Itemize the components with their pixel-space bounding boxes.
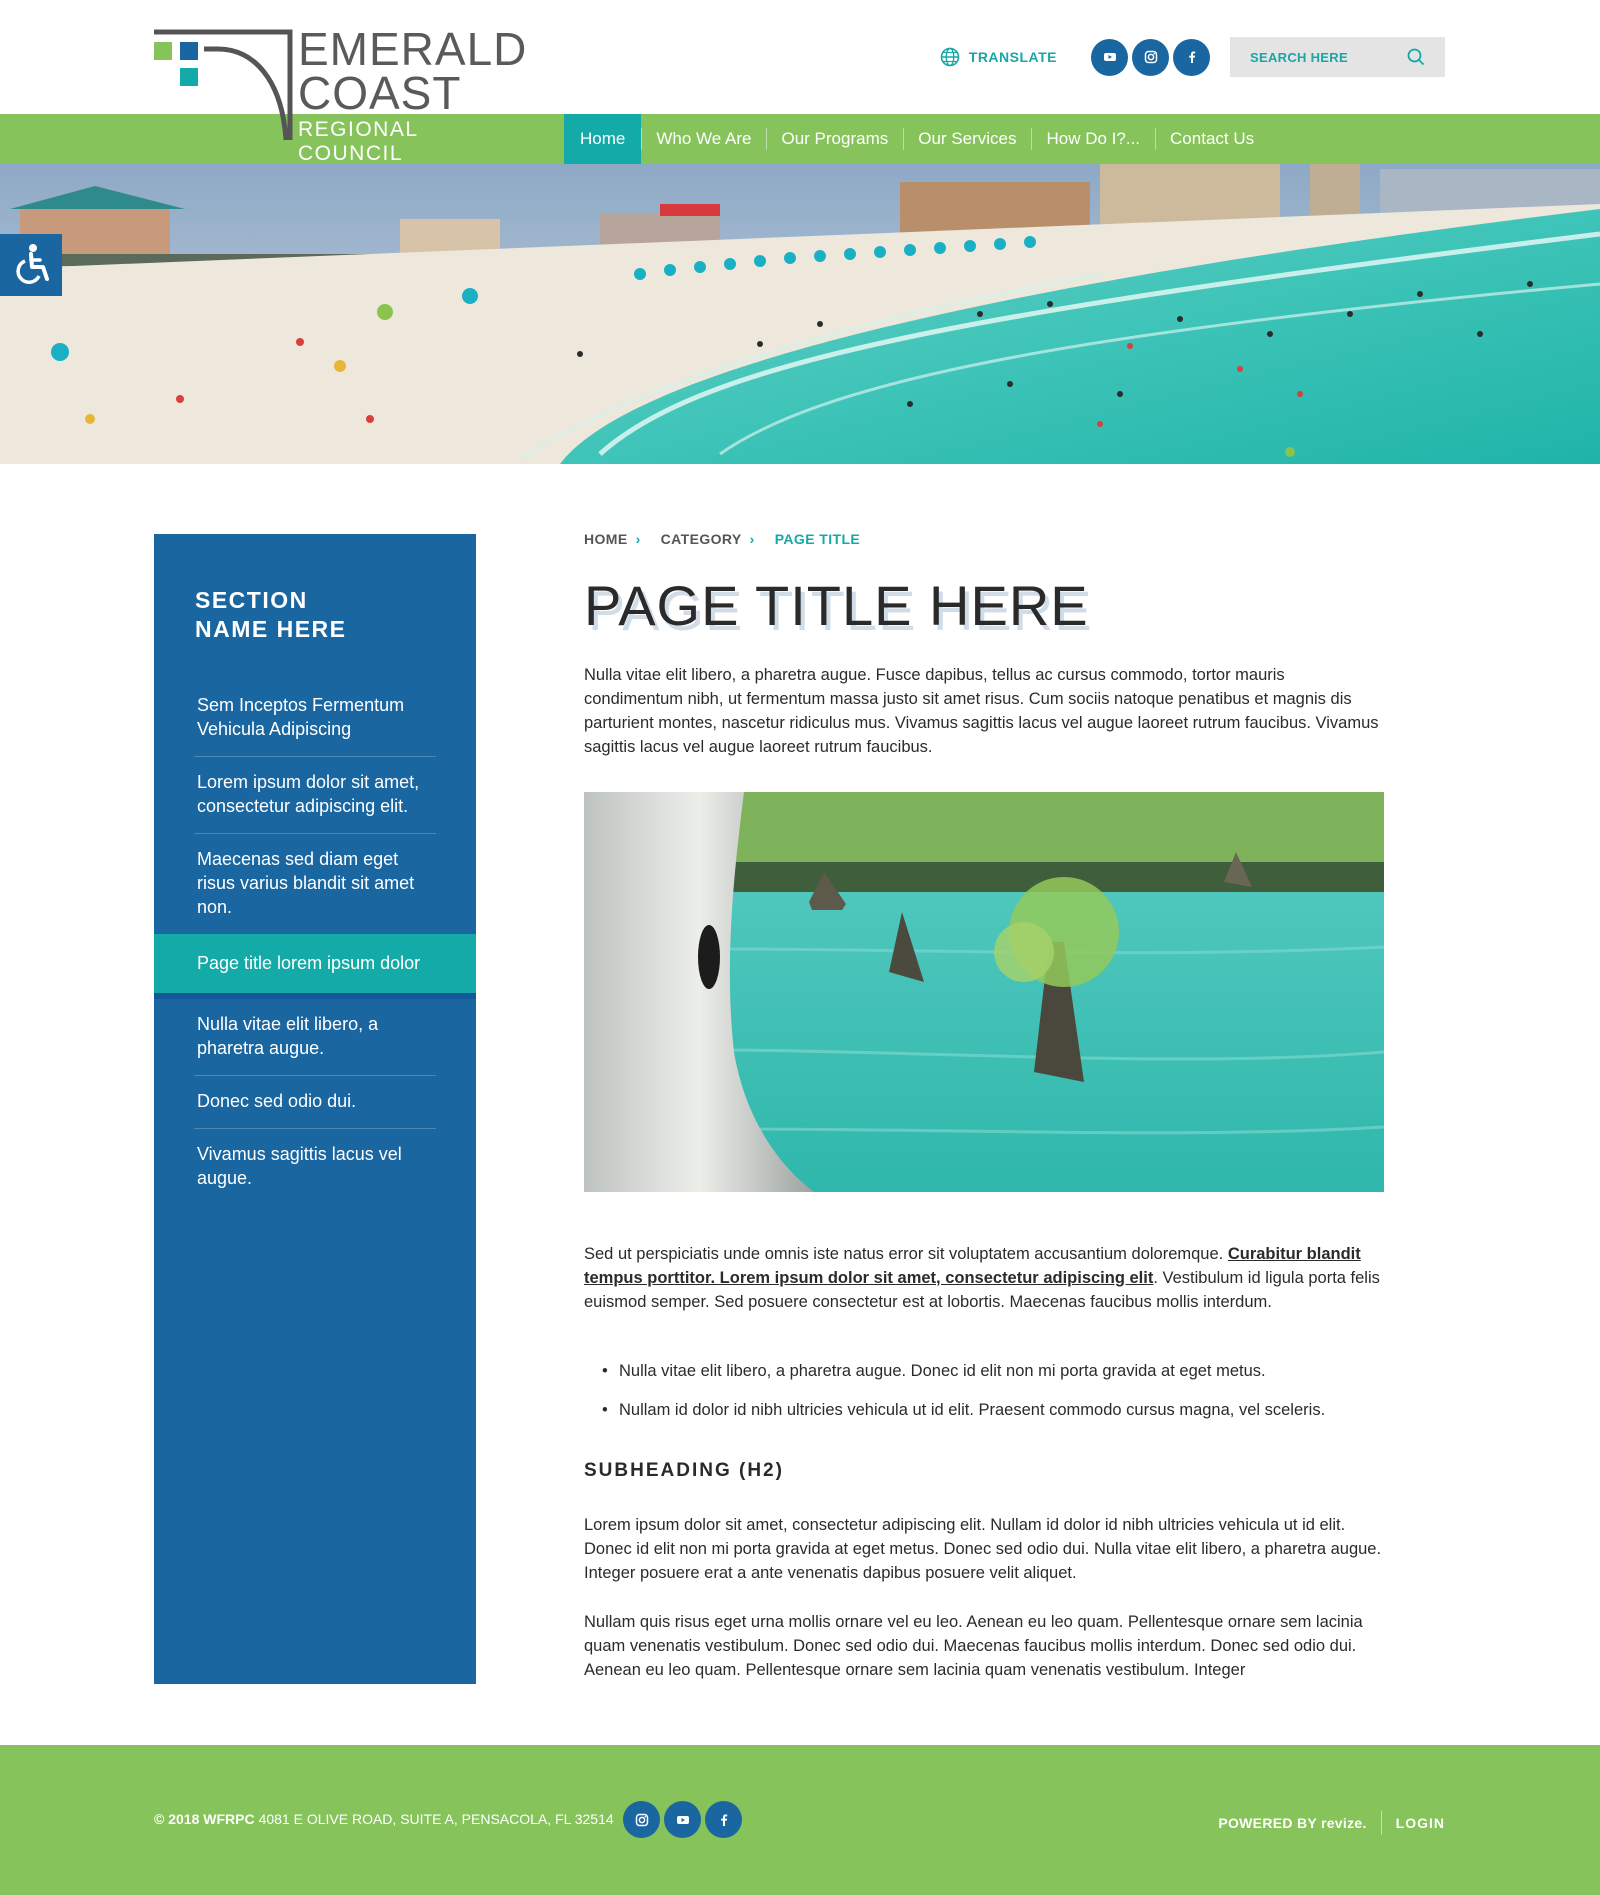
sidebar-section-title: SECTION NAME HERE xyxy=(195,587,347,642)
subheading: SUBHEADING (H2) xyxy=(584,1460,784,1481)
instagram-icon[interactable] xyxy=(1132,38,1169,76)
facebook-icon[interactable] xyxy=(705,1801,742,1838)
site-header: EMERALD COAST REGIONAL COUNCIL TRANSLATE xyxy=(0,0,1600,165)
nav-item-how-do-i[interactable]: How Do I?... xyxy=(1031,114,1155,164)
wheelchair-icon xyxy=(16,244,49,284)
logo-mark xyxy=(154,29,293,141)
sidebar-item[interactable]: Nulla vitae elit libero, a pharetra augu… xyxy=(194,999,436,1076)
accessibility-button[interactable] xyxy=(0,234,62,296)
body-paragraph: Lorem ipsum dolor sit amet, consectetur … xyxy=(584,1516,1382,1582)
translate-button[interactable]: TRANSLATE xyxy=(940,47,1057,67)
sidebar-item[interactable]: Sem Inceptos Fermentum Vehicula Adipisci… xyxy=(194,680,436,757)
list-item: Nulla vitae elit libero, a pharetra augu… xyxy=(602,1360,1394,1382)
nav-item-who-we-are[interactable]: Who We Are xyxy=(641,114,766,164)
nav-item-our-programs[interactable]: Our Programs xyxy=(766,114,903,164)
breadcrumb-current: PAGE TITLE xyxy=(774,531,861,547)
youtube-icon[interactable] xyxy=(664,1801,701,1838)
hero-beach-image xyxy=(0,164,1600,464)
nav-item-contact-us[interactable]: Contact Us xyxy=(1155,114,1269,164)
bullet-list: Nulla vitae elit libero, a pharetra augu… xyxy=(602,1360,1394,1438)
sidebar-item[interactable]: Donec sed odio dui. xyxy=(194,1076,436,1129)
footer-divider xyxy=(1380,1811,1382,1835)
facebook-icon[interactable] xyxy=(1173,38,1210,76)
page-title: PAGE TITLE HERE xyxy=(584,574,1089,637)
footer-social-links xyxy=(623,1801,746,1838)
search-box xyxy=(1230,37,1445,77)
breadcrumb-category[interactable]: CATEGORY xyxy=(661,531,742,547)
breadcrumb: HOME › CATEGORY › PAGE TITLE xyxy=(584,530,1384,548)
site-logo[interactable]: EMERALD COAST REGIONAL COUNCIL xyxy=(154,23,526,165)
globe-icon xyxy=(940,47,960,67)
section-sidebar: SECTION NAME HERE Sem Inceptos Fermentum… xyxy=(154,534,476,1684)
search-input[interactable] xyxy=(1250,49,1390,65)
footer-address: © 2018 WFRPC 4081 E OLIVE ROAD, SUITE A,… xyxy=(154,1811,614,1827)
sidebar-item[interactable]: Maecenas sed diam eget risus varius blan… xyxy=(194,834,436,934)
footer-right: POWERED BY revize. LOGIN xyxy=(1218,1811,1445,1835)
nav-item-home[interactable]: Home xyxy=(564,114,642,164)
list-item: Nullam id dolor id nibh ultricies vehicu… xyxy=(602,1399,1394,1421)
breadcrumb-home[interactable]: HOME xyxy=(584,531,628,547)
logo-text-regional-council: REGIONAL COUNCIL xyxy=(298,118,418,165)
footer-copyright: © 2018 WFRPC xyxy=(154,1811,255,1827)
header-utilities: TRANSLATE xyxy=(940,36,1445,78)
instagram-icon[interactable] xyxy=(623,1801,660,1838)
chevron-right-icon: › xyxy=(635,531,641,547)
sidebar-item[interactable]: Vivamus sagittis lacus vel augue. xyxy=(194,1129,436,1205)
chevron-right-icon: › xyxy=(749,531,755,547)
body-paragraph: Nullam quis risus eget urna mollis ornar… xyxy=(584,1613,1363,1679)
sidebar-nav-list: Sem Inceptos Fermentum Vehicula Adipisci… xyxy=(154,680,476,1205)
footer-address-text: 4081 E OLIVE ROAD, SUITE A, PENSACOLA, F… xyxy=(258,1811,614,1827)
powered-by-link[interactable]: POWERED BY revize. xyxy=(1218,1815,1366,1831)
nav-item-our-services[interactable]: Our Services xyxy=(903,114,1031,164)
logo-text-coast: COAST xyxy=(298,67,462,119)
site-footer: © 2018 WFRPC 4081 E OLIVE ROAD, SUITE A,… xyxy=(0,1745,1600,1895)
main-nav-items: Home Who We Are Our Programs Our Service… xyxy=(564,114,1269,164)
search-icon[interactable] xyxy=(1407,48,1425,66)
body-paragraph: Sed ut perspiciatis unde omnis iste natu… xyxy=(584,1245,1380,1311)
cypress-swamp-photo xyxy=(584,792,1384,1192)
youtube-icon[interactable] xyxy=(1091,38,1128,76)
sidebar-item[interactable]: Lorem ipsum dolor sit amet, consectetur … xyxy=(194,757,436,834)
main-content: HOME › CATEGORY › PAGE TITLE PAGE TITLE … xyxy=(584,530,1384,1679)
login-link[interactable]: LOGIN xyxy=(1396,1815,1445,1831)
header-social-links xyxy=(1087,38,1210,76)
translate-label: TRANSLATE xyxy=(968,49,1057,65)
intro-paragraph: Nulla vitae elit libero, a pharetra augu… xyxy=(584,666,1379,756)
sidebar-item-active[interactable]: Page title lorem ipsum dolor xyxy=(154,934,476,999)
